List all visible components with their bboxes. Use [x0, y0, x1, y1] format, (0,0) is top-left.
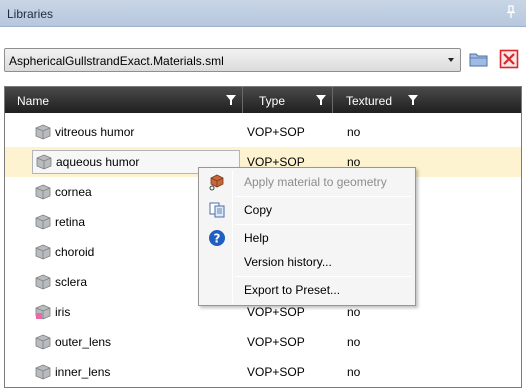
material-textured: no [347, 365, 361, 379]
material-cube-icon [35, 274, 51, 290]
material-textured: no [347, 125, 361, 139]
menu-item-export-preset[interactable]: Export to Preset... [201, 278, 413, 302]
library-select[interactable]: AsphericalGullstrandExact.Materials.sml [4, 48, 461, 72]
panel-title: Libraries [7, 7, 54, 21]
delete-library-icon[interactable] [499, 49, 519, 69]
material-cube-icon [35, 214, 51, 230]
table-row[interactable]: vitreous humor VOP+SOP no [5, 117, 521, 147]
material-name: aqueous humor [56, 155, 140, 169]
material-type: VOP+SOP [247, 125, 305, 139]
svg-text:?: ? [214, 232, 221, 246]
menu-item-help[interactable]: ? Help [201, 226, 413, 250]
table-row[interactable]: outer_lens VOP+SOP no [5, 327, 521, 357]
panel-header: Libraries [0, 0, 526, 27]
material-name: choroid [55, 245, 95, 259]
context-menu: Apply material to geometry Copy ? Help V… [198, 167, 416, 306]
material-type: VOP+SOP [247, 365, 305, 379]
pin-icon[interactable] [506, 5, 516, 19]
filter-icon[interactable] [226, 95, 236, 105]
menu-item-apply-material[interactable]: Apply material to geometry [201, 170, 413, 194]
menu-item-label: Version history... [244, 255, 332, 269]
material-cube-icon [36, 154, 52, 170]
material-name: iris [55, 305, 71, 319]
material-cube-icon [35, 334, 51, 350]
material-name: outer_lens [55, 335, 112, 349]
menu-item-label: Apply material to geometry [244, 175, 387, 189]
menu-separator [235, 276, 411, 277]
material-cube-icon [35, 124, 51, 140]
material-cube-icon [35, 184, 51, 200]
menu-separator [235, 196, 411, 197]
table-header: Name Type Textured [5, 87, 521, 113]
material-type: VOP+SOP [247, 305, 305, 319]
material-cube-icon [35, 244, 51, 260]
material-name: vitreous humor [55, 125, 135, 139]
menu-item-label: Export to Preset... [244, 283, 341, 297]
filter-icon[interactable] [316, 95, 326, 105]
chevron-down-icon [448, 58, 454, 62]
menu-item-label: Help [244, 231, 269, 245]
filter-icon[interactable] [408, 95, 418, 105]
material-textured-cube-icon [35, 304, 51, 320]
menu-item-label: Copy [244, 203, 273, 217]
material-textured: no [347, 305, 361, 319]
apply-material-icon [209, 174, 224, 191]
material-cube-icon [35, 364, 51, 380]
material-textured: no [347, 335, 361, 349]
material-name: retina [55, 215, 86, 229]
help-icon: ? [209, 230, 225, 246]
menu-item-copy[interactable]: Copy [201, 198, 413, 222]
material-name: sclera [55, 275, 88, 289]
column-header-textured[interactable]: Textured [333, 87, 423, 113]
folder-icon[interactable] [469, 50, 489, 68]
menu-separator [235, 224, 411, 225]
menu-item-version-history[interactable]: Version history... [201, 250, 413, 274]
material-name: inner_lens [55, 365, 111, 379]
column-header-type[interactable]: Type [243, 87, 333, 113]
material-name: cornea [55, 185, 92, 199]
material-type: VOP+SOP [247, 335, 305, 349]
library-select-value: AsphericalGullstrandExact.Materials.sml [9, 54, 224, 68]
copy-icon [209, 202, 225, 218]
table-row[interactable]: inner_lens VOP+SOP no [5, 357, 521, 387]
column-header-name[interactable]: Name [5, 87, 243, 113]
